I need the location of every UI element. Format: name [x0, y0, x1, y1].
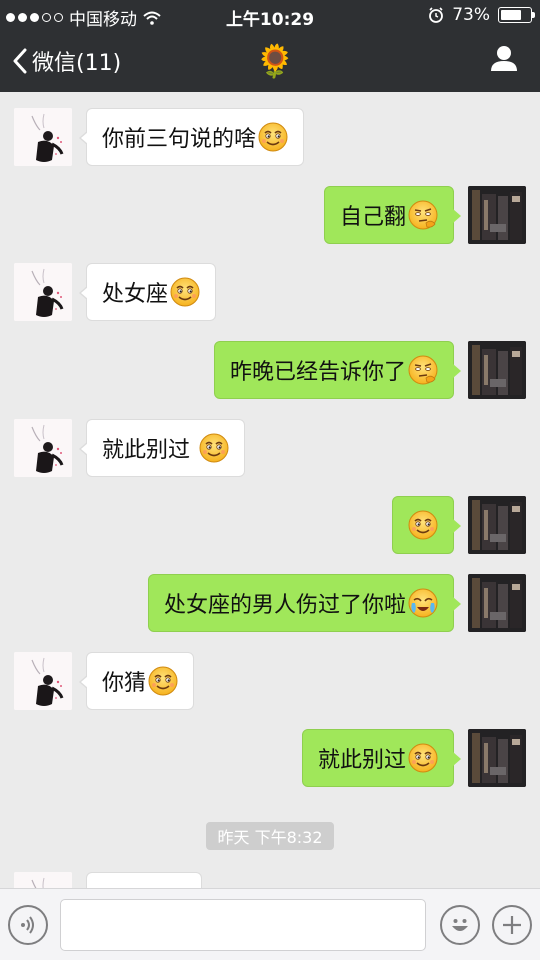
thinking-emoji-icon [408, 355, 438, 385]
smirk-emoji-icon [408, 510, 438, 540]
top-bar: 中国移动 上午10:29 73% 微信(11) 🌻 [0, 0, 540, 92]
contact-avatar[interactable] [14, 419, 72, 477]
message-text: 你猜 [102, 671, 147, 696]
my-avatar[interactable] [468, 186, 526, 244]
contact-avatar[interactable] [14, 263, 72, 321]
smirk-emoji-icon [148, 666, 178, 696]
my-avatar[interactable] [468, 729, 526, 787]
message-bubble[interactable]: 你猜 [78, 652, 195, 710]
smiley-icon [452, 919, 468, 931]
nav-bar: 微信(11) 🌻 [0, 30, 540, 92]
voice-icon [21, 916, 34, 934]
voice-button[interactable] [8, 905, 48, 945]
message-text: 处女座 [102, 282, 169, 307]
my-avatar[interactable] [468, 574, 526, 632]
message-text: 你前三句说的啥 [102, 127, 257, 152]
message-bubble[interactable]: 处女座的男人伤过了你啦 [147, 574, 462, 632]
add-button[interactable] [492, 905, 532, 945]
smirk-emoji-icon [408, 743, 438, 773]
message-bubble[interactable]: 你前三句说的啥 [78, 108, 305, 166]
crying-emoji-icon [408, 588, 438, 618]
back-label: 微信(11) [32, 51, 122, 76]
message-bubble[interactable]: 昨晚已经告诉你了 [213, 341, 462, 399]
battery-icon [498, 7, 535, 23]
status-bar: 中国移动 上午10:29 73% [0, 0, 540, 30]
message-text: 昨晚已经告诉你了 [229, 360, 406, 385]
emoji-button[interactable] [440, 905, 480, 945]
message-text: 就此别过 [317, 748, 406, 773]
alarm-icon [429, 7, 444, 23]
contact-profile-button[interactable] [490, 44, 518, 76]
battery-percent: 73% [452, 5, 490, 25]
time-divider: 昨天 下午8:32 [206, 822, 334, 850]
message-text: 处女座的男人伤过了你啦 [163, 593, 406, 618]
my-avatar[interactable] [468, 341, 526, 399]
contact-avatar[interactable] [14, 652, 72, 710]
message-bubble[interactable]: 处女座 [78, 263, 217, 321]
back-button[interactable]: 微信(11) [12, 45, 121, 77]
chat-area[interactable]: 你前三句说的啥 自己翻 处女座 昨晚已经告诉你了 就此别过 处女座的男人伤过了你… [0, 92, 540, 888]
message-text: 自己翻 [339, 205, 406, 230]
status-right: 73% [428, 5, 535, 25]
plus-icon [503, 916, 521, 934]
thinking-emoji-icon [408, 200, 438, 230]
contact-avatar[interactable] [14, 108, 72, 166]
smirk-emoji-icon [199, 433, 229, 463]
message-bubble[interactable] [86, 872, 202, 888]
message-bubble[interactable]: 就此别过 [301, 729, 462, 787]
message-bubble[interactable]: 自己翻 [323, 186, 462, 244]
smirk-emoji-icon [170, 277, 200, 307]
message-bubble[interactable] [392, 496, 461, 554]
message-text: 就此别过 [102, 438, 197, 463]
sunflower-icon: 🌻 [255, 42, 295, 80]
chevron-left-icon [13, 48, 27, 74]
input-bar [0, 888, 540, 960]
message-input[interactable] [60, 899, 426, 951]
person-icon [491, 46, 517, 71]
smirk-emoji-icon [258, 122, 288, 152]
contact-avatar[interactable] [14, 872, 72, 888]
message-bubble[interactable]: 就此别过 [79, 419, 245, 477]
my-avatar[interactable] [468, 496, 526, 554]
